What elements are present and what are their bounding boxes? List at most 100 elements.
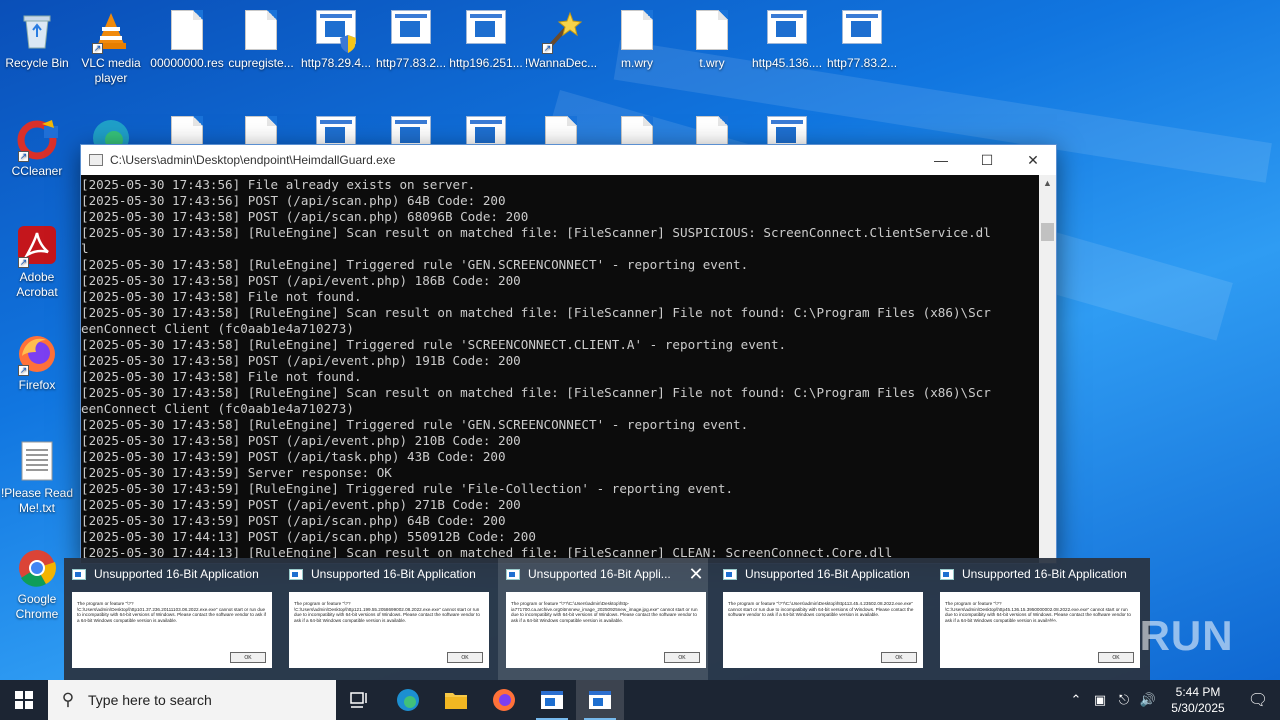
desktop-icon-http77a[interactable]: http77.83.2... <box>374 6 448 71</box>
desktop-icon-label: cupregiste... <box>228 56 294 70</box>
system-tray: ⌃ ▣ ⎋ 🔊 5:44 PM 5/30/2025 🗨 <box>1064 680 1280 720</box>
preview-title: Unsupported 16-Bit Application <box>745 567 910 581</box>
windows-logo-icon <box>15 691 33 709</box>
desktop-icon-t-wry[interactable]: t.wry <box>675 6 749 71</box>
device-icon[interactable]: ▣ <box>1088 692 1112 708</box>
firefox-icon: ↗ <box>16 332 58 376</box>
app-window-icon <box>506 568 520 580</box>
console-line: [2025-05-30 17:43:56] POST (/api/scan.ph… <box>81 193 506 208</box>
desktop-icon-label: http196.251... <box>449 56 523 70</box>
console-titlebar[interactable]: C:\Users\admin\Desktop\endpoint\Heimdall… <box>81 145 1056 175</box>
desktop-icon-chrome[interactable]: Google Chrome <box>0 542 74 622</box>
console-line: eenConnect Client (fc0aab1e4a710273) <box>81 321 354 336</box>
desktop-icon-label: Adobe Acrobat <box>16 270 58 299</box>
exe-icon <box>766 10 808 52</box>
preview-card-2[interactable]: Unsupported 16-Bit Application The progr… <box>281 558 491 680</box>
exe-icon <box>465 10 507 52</box>
desktop-icon-firefox[interactable]: ↗ Firefox <box>0 328 74 393</box>
console-line: [2025-05-30 17:43:58] [RuleEngine] Trigg… <box>81 257 749 272</box>
app-window-icon <box>72 568 86 580</box>
text-file-icon <box>16 440 58 482</box>
app-window-icon <box>723 568 737 580</box>
close-preview-icon[interactable]: ✕ <box>684 564 708 585</box>
desktop-icon-acrobat[interactable]: ↗ Adobe Acrobat <box>0 220 74 300</box>
task-view-button[interactable] <box>336 680 384 720</box>
taskbar-unsupported-app-group[interactable] <box>576 680 624 720</box>
desktop-icon-http45[interactable]: http45.136.... <box>750 6 824 71</box>
exe-icon <box>390 10 432 52</box>
console-line: l <box>81 241 89 256</box>
taskbar: ⚲ Type here to search ⌃ ▣ ⎋ 🔊 5:44 PM 5/… <box>0 680 1280 720</box>
desktop-icon-http196[interactable]: http196.251... <box>449 6 523 71</box>
preview-title: Unsupported 16-Bit Appli... <box>528 567 671 581</box>
maximize-button[interactable]: ☐ <box>964 145 1010 175</box>
edge-icon <box>397 689 419 711</box>
file-icon <box>240 10 282 52</box>
desktop-icon-http77b[interactable]: http77.83.2... <box>825 6 899 71</box>
desktop-icon-label: 00000000.res <box>150 56 224 70</box>
console-line: [2025-05-30 17:43:58] [RuleEngine] Scan … <box>81 385 991 400</box>
preview-body: The program or feature "\??\C:\Users\adm… <box>77 601 266 623</box>
close-button[interactable]: ✕ <box>1010 145 1056 175</box>
desktop-icon-vlc[interactable]: ↗ VLC media player <box>74 6 148 86</box>
desktop-icon-label: Recycle Bin <box>5 56 69 70</box>
chevron-up-icon[interactable]: ⌃ <box>1064 692 1088 708</box>
taskbar-firefox[interactable] <box>480 680 528 720</box>
taskbar-thumbnail-preview: Unsupported 16-Bit Application The progr… <box>64 558 1150 680</box>
console-output[interactable]: [2025-05-30 17:43:56] File already exist… <box>81 175 1039 563</box>
console-line: eenConnect Client (fc0aab1e4a710273) <box>81 401 354 416</box>
ccleaner-icon: ↗ <box>16 118 58 162</box>
desktop-icon-cupregiste[interactable]: cupregiste... <box>224 6 298 71</box>
network-icon[interactable]: ⎋ <box>1112 692 1136 708</box>
desktop-icon-ccleaner[interactable]: ↗ CCleaner <box>0 114 74 179</box>
desktop-icon-http78[interactable]: http78.29.4... <box>299 6 373 71</box>
ok-button: OK <box>881 652 917 663</box>
console-line: [2025-05-30 17:43:58] POST (/api/scan.ph… <box>81 209 529 224</box>
preview-title: Unsupported 16-Bit Application <box>94 567 259 581</box>
console-line: [2025-05-30 17:43:58] POST (/api/event.p… <box>81 353 521 368</box>
console-line: [2025-05-30 17:43:58] POST (/api/event.p… <box>81 433 521 448</box>
preview-card-3[interactable]: Unsupported 16-Bit Appli... ✕ The program… <box>498 558 708 680</box>
console-line: [2025-05-30 17:43:59] POST (/api/event.p… <box>81 497 521 512</box>
app-window-icon <box>589 691 611 709</box>
desktop-icon-label: Google Chrome <box>15 592 59 621</box>
desktop-icon-label: VLC media player <box>81 56 141 85</box>
desktop-icon-res-file[interactable]: 00000000.res <box>150 6 224 71</box>
desktop-icon-label: Firefox <box>18 378 56 392</box>
app-window-icon <box>541 691 563 709</box>
desktop-icon-wannadec[interactable]: ↗ !WannaDec... <box>524 6 598 71</box>
console-scrollbar[interactable]: ▲ <box>1039 175 1056 563</box>
preview-card-4[interactable]: Unsupported 16-Bit Application The progr… <box>715 558 925 680</box>
preview-card-1[interactable]: Unsupported 16-Bit Application The progr… <box>64 558 274 680</box>
ok-button: OK <box>664 652 700 663</box>
start-button[interactable] <box>0 680 48 720</box>
volume-icon[interactable]: 🔊 <box>1136 692 1160 708</box>
shortcut-arrow-icon: ↗ <box>92 43 103 54</box>
clock[interactable]: 5:44 PM 5/30/2025 <box>1160 684 1236 716</box>
notification-icon[interactable]: 🗨 <box>1236 690 1280 710</box>
console-app-icon <box>89 154 103 166</box>
desktop-icon-recycle-bin[interactable]: Recycle Bin <box>0 6 74 71</box>
desktop-icon-readme[interactable]: !Please Read Me!.txt <box>0 436 74 516</box>
scroll-up-icon[interactable]: ▲ <box>1039 175 1056 191</box>
preview-title: Unsupported 16-Bit Application <box>962 567 1127 581</box>
desktop-icon-label: t.wry <box>699 56 725 70</box>
console-line: [2025-05-30 17:43:59] POST (/api/task.ph… <box>81 449 506 464</box>
folder-icon <box>445 693 467 709</box>
search-placeholder: Type here to search <box>88 692 212 708</box>
console-line: [2025-05-30 17:44:13] POST (/api/scan.ph… <box>81 529 536 544</box>
console-line: [2025-05-30 17:43:58] POST (/api/event.p… <box>81 273 521 288</box>
taskbar-app-window[interactable] <box>528 680 576 720</box>
taskbar-edge[interactable] <box>384 680 432 720</box>
console-window[interactable]: C:\Users\admin\Desktop\endpoint\Heimdall… <box>80 144 1057 564</box>
file-icon <box>691 10 733 52</box>
scroll-thumb[interactable] <box>1041 223 1054 241</box>
desktop-icon-m-wry[interactable]: m.wry <box>600 6 674 71</box>
recycle-bin-icon <box>16 10 58 52</box>
taskbar-file-explorer[interactable] <box>432 680 480 720</box>
preview-body: The program or feature "\??\C:\Users\adm… <box>294 601 480 623</box>
taskbar-search-box[interactable]: ⚲ Type here to search <box>48 680 336 720</box>
shortcut-arrow-icon: ↗ <box>542 43 553 54</box>
minimize-button[interactable]: — <box>918 145 964 175</box>
console-line: [2025-05-30 17:43:58] [RuleEngine] Trigg… <box>81 417 749 432</box>
